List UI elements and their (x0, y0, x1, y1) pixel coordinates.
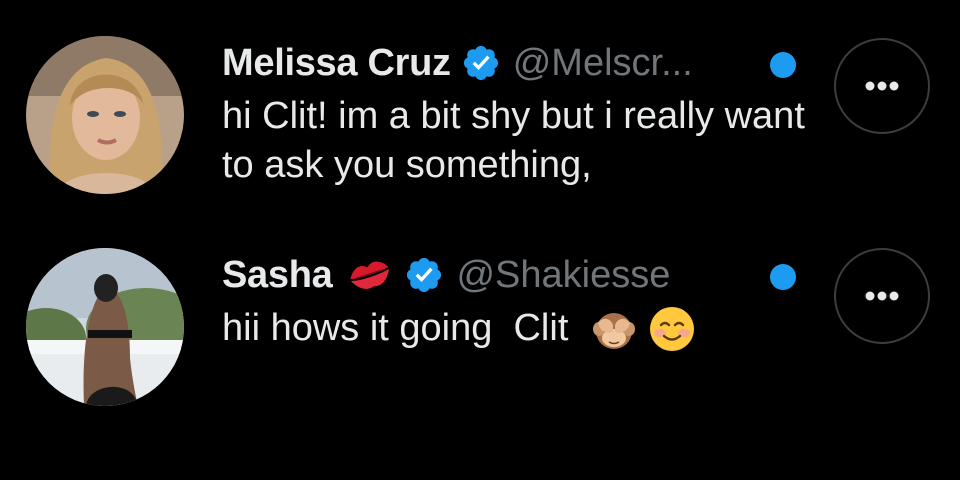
message-preview: hi Clit! im a bit shy but i really want … (222, 95, 805, 186)
ellipsis-icon (865, 291, 899, 301)
message-preview: hii hows it going Clit (222, 307, 569, 349)
handle: @Melscr... (512, 41, 693, 84)
conversation-row[interactable]: Sasha @Shakiesse hii hows it going Clit (0, 212, 960, 412)
more-options-button[interactable] (834, 38, 930, 134)
see-no-evil-monkey-icon (590, 305, 638, 353)
more-options-button[interactable] (834, 248, 930, 344)
handle: @Shakiesse (456, 253, 671, 296)
conversation-row[interactable]: Melissa Cruz @Melscr... hi Clit! im a bi… (0, 0, 960, 200)
display-name: Melissa Cruz (222, 41, 451, 84)
display-name: Sasha (222, 253, 333, 296)
avatar[interactable] (26, 36, 184, 194)
smiling-face-icon (648, 305, 696, 353)
kiss-mark-icon (346, 255, 394, 295)
avatar[interactable] (26, 248, 184, 406)
verified-badge-icon (461, 43, 501, 83)
verified-badge-icon (404, 255, 444, 295)
unread-indicator (770, 52, 796, 78)
unread-indicator (770, 264, 796, 290)
ellipsis-icon (865, 81, 899, 91)
